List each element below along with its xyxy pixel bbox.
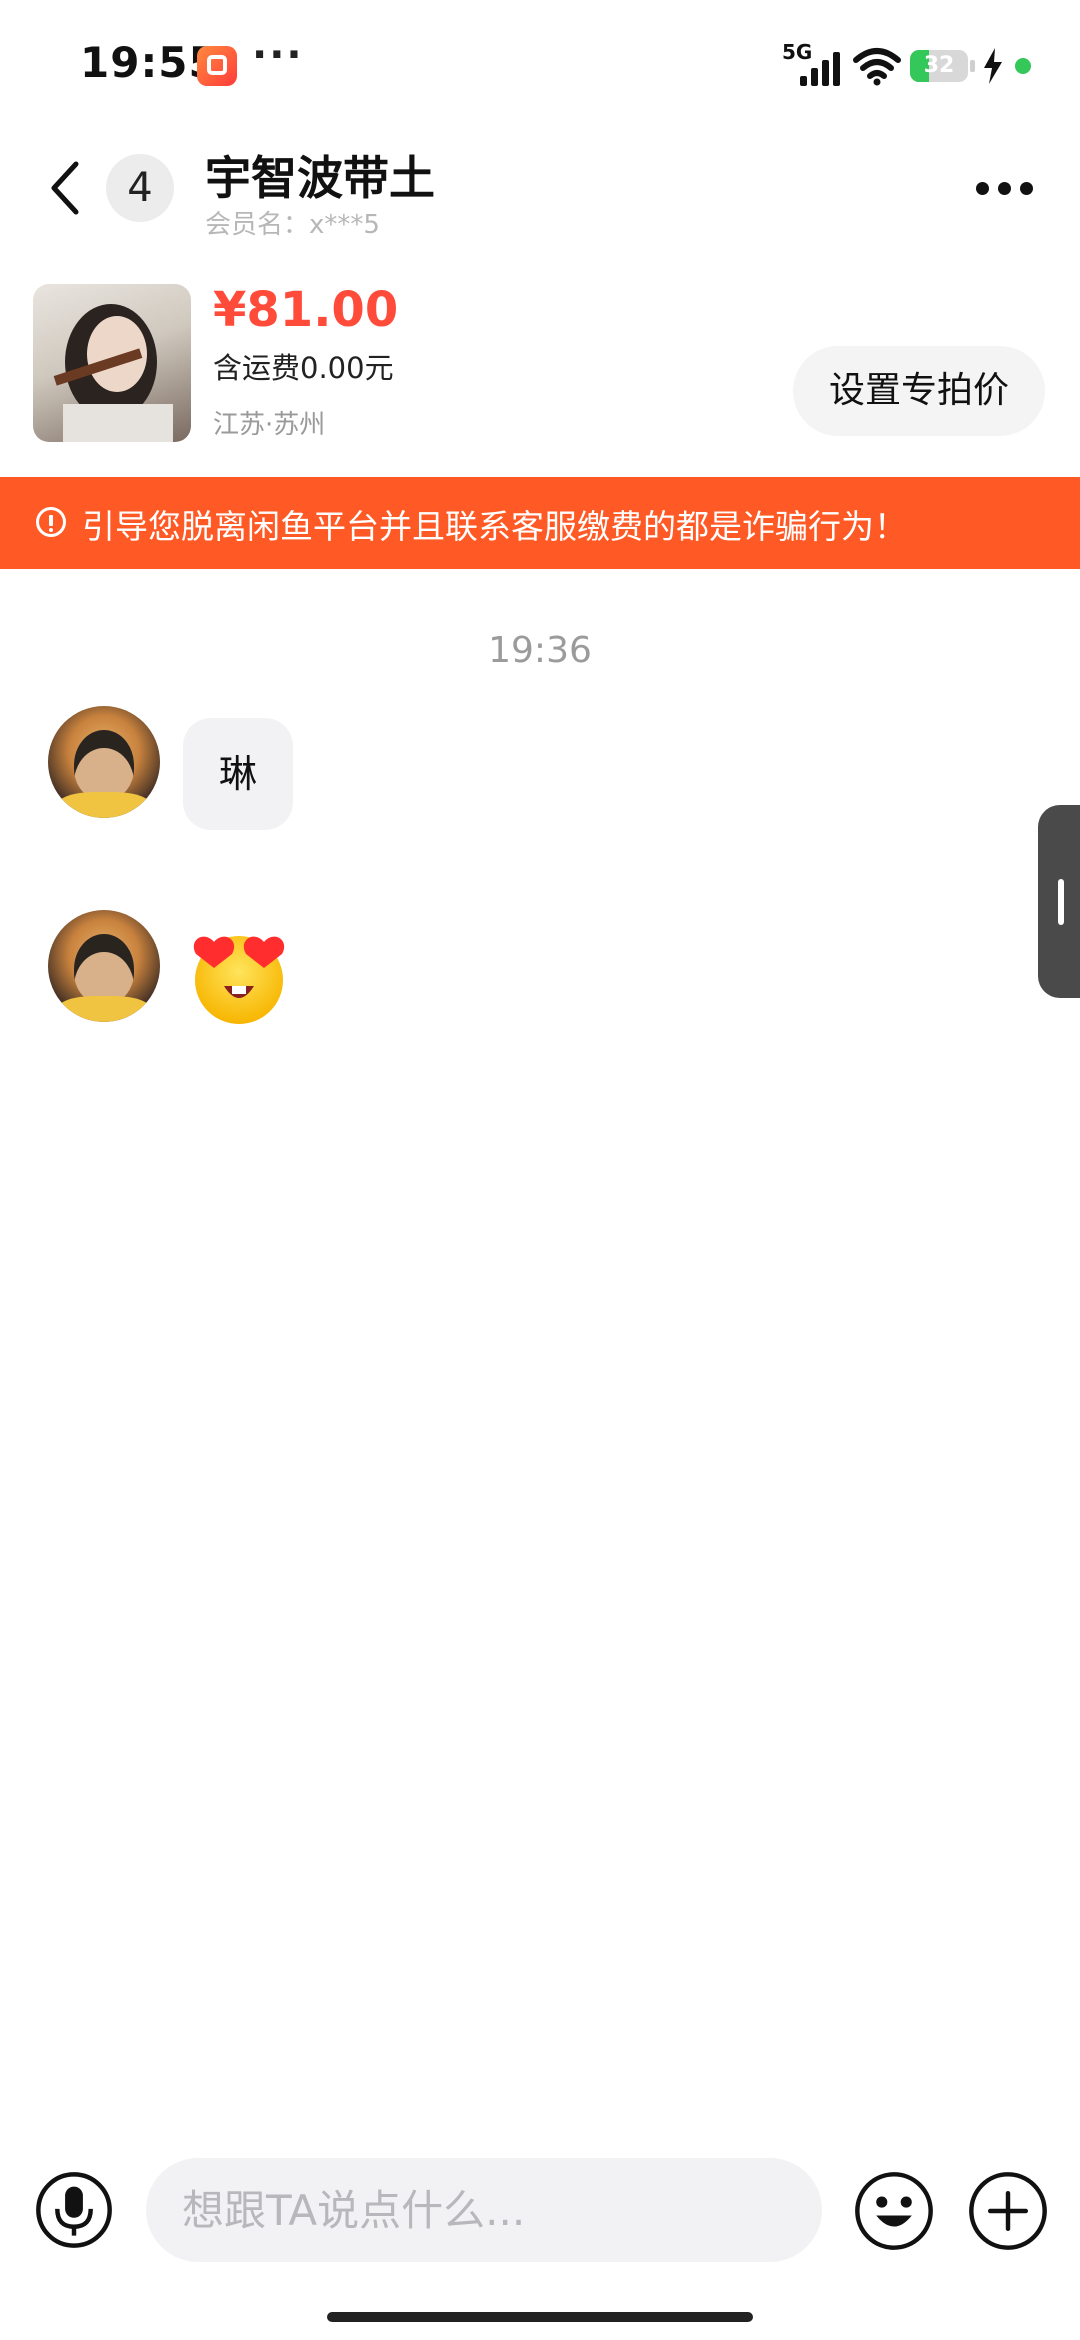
smiley-icon[interactable] <box>854 2171 934 2251</box>
member-name: 会员名：x***5 <box>205 210 380 240</box>
microphone-icon[interactable] <box>35 2171 113 2249</box>
signal-icon <box>800 50 844 86</box>
message-input[interactable] <box>146 2158 822 2262</box>
alert-circle-icon <box>36 507 66 537</box>
fraud-warning-text: 引导您脱离闲鱼平台并且联系客服缴费的都是诈骗行为！ <box>82 507 907 546</box>
product-thumbnail[interactable] <box>33 284 191 442</box>
avatar[interactable] <box>48 706 160 818</box>
product-shipping: 含运费0.00元 <box>213 351 394 385</box>
product-price: ¥81.00 <box>213 282 399 338</box>
chat-title[interactable]: 宇智波带土 <box>205 142 435 208</box>
set-special-price-button[interactable]: 设置专拍价 <box>793 346 1045 436</box>
heart-eyes-emoji[interactable] <box>186 922 292 1028</box>
message-bubble[interactable]: 琳 <box>183 718 294 830</box>
unread-count-badge: 4 <box>106 154 174 222</box>
battery-icon: 32 <box>910 50 976 82</box>
side-drawer-handle[interactable] <box>1038 805 1080 998</box>
avatar[interactable] <box>48 910 160 1022</box>
charging-icon <box>984 48 1002 84</box>
status-more-indicator: ··· <box>252 32 304 78</box>
more-horizontal-icon[interactable] <box>976 176 1036 200</box>
chevron-left-icon[interactable] <box>46 158 86 218</box>
privacy-indicator-dot <box>1015 58 1031 74</box>
message-timestamp: 19:36 <box>488 630 592 671</box>
plus-icon[interactable] <box>968 2171 1048 2251</box>
product-location: 江苏·苏州 <box>213 410 326 440</box>
home-indicator[interactable] <box>327 2312 753 2322</box>
app-notification-icon <box>197 46 237 86</box>
wifi-icon <box>853 48 901 86</box>
battery-percent: 32 <box>923 53 955 78</box>
